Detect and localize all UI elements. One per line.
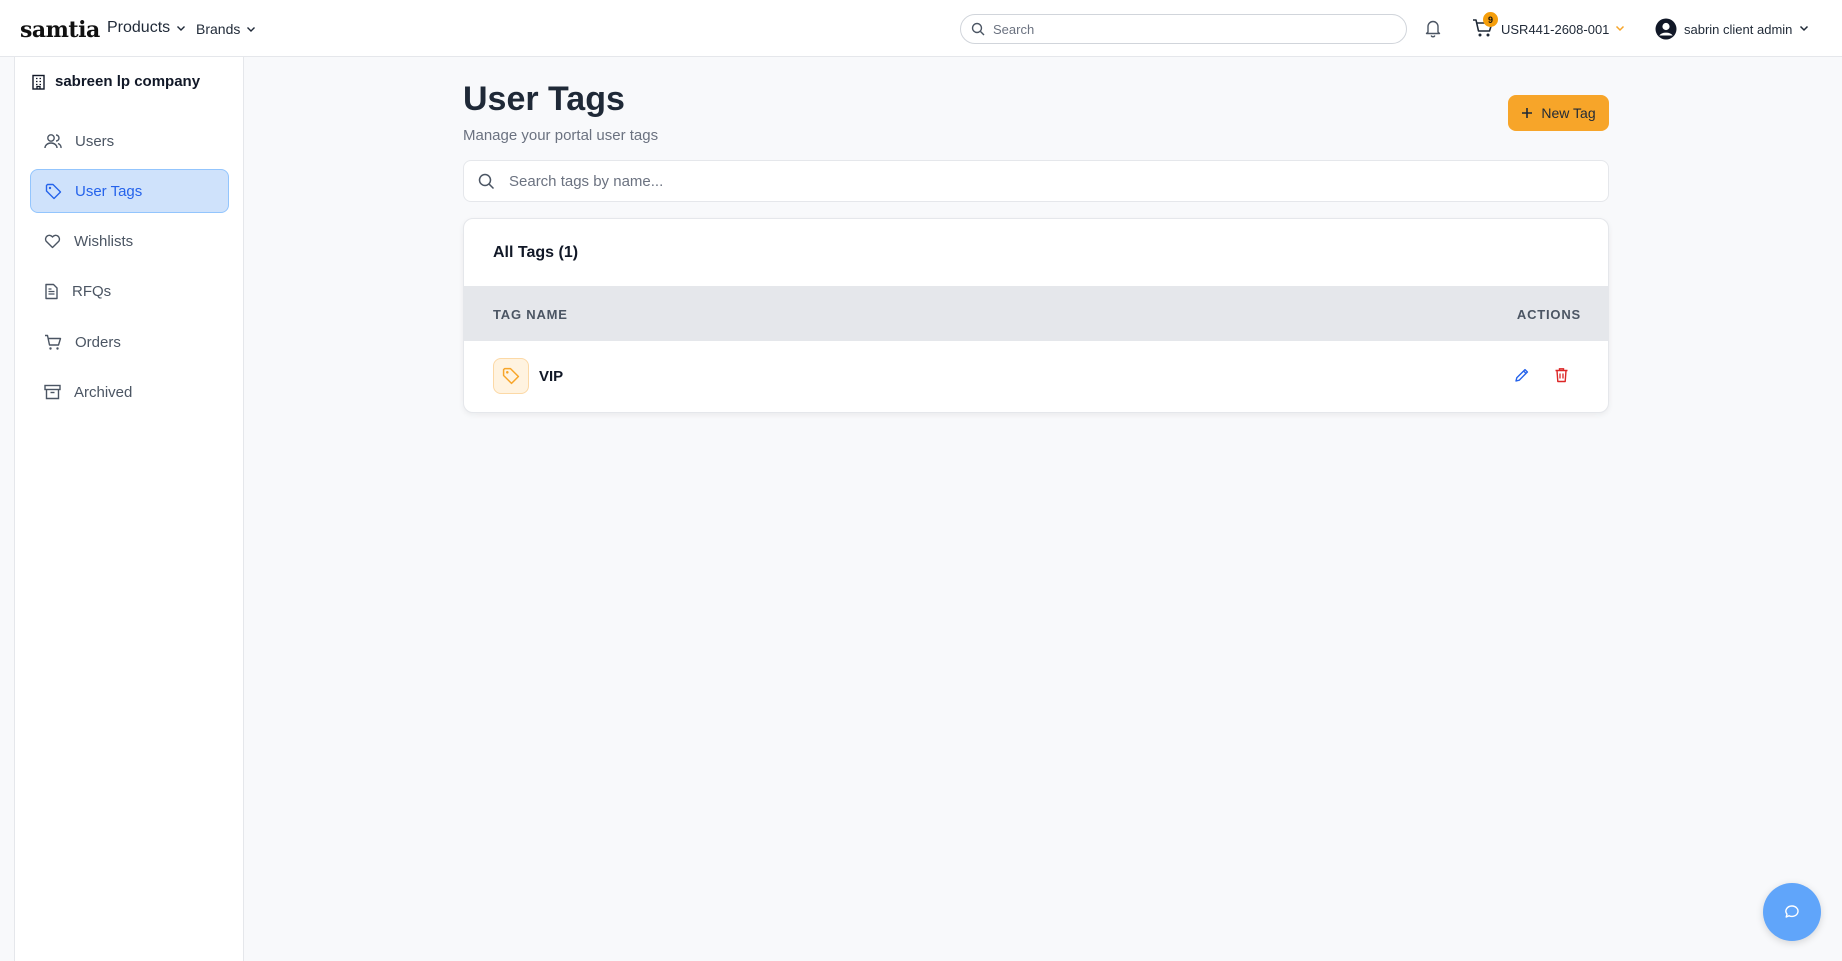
tags-card: All Tags (1) TAG NAME ACTIONS VIP <box>463 218 1609 413</box>
tag-search[interactable] <box>463 160 1609 202</box>
sidebar-item-label: Orders <box>75 333 121 351</box>
document-icon <box>45 283 58 299</box>
table-header: TAG NAME ACTIONS <box>464 286 1608 341</box>
edit-pencil-icon[interactable] <box>1514 367 1530 383</box>
column-header-actions: ACTIONS <box>1516 307 1581 322</box>
building-icon <box>32 74 45 90</box>
cart-icon <box>45 334 62 350</box>
chevron-down-icon <box>247 27 256 32</box>
bell-icon[interactable] <box>1424 18 1442 38</box>
new-tag-button-label: New Tag <box>1541 105 1596 121</box>
search-icon <box>478 173 495 189</box>
sidebar-item-wishlists[interactable]: Wishlists <box>30 219 229 263</box>
archive-icon <box>44 384 61 400</box>
brand-logo[interactable]: samtia <box>20 17 100 43</box>
global-search[interactable] <box>960 14 1407 44</box>
page-subtitle: Manage your portal user tags <box>463 127 659 144</box>
tag-search-input[interactable] <box>509 172 1589 190</box>
products-menu-label: Products <box>107 19 171 36</box>
chevron-down-icon[interactable] <box>1615 23 1625 33</box>
users-icon <box>44 134 62 149</box>
tag-icon <box>502 367 520 385</box>
chat-button[interactable] <box>1763 883 1821 941</box>
sidebar-item-orders[interactable]: Orders <box>30 320 229 364</box>
sidebar-item-label: Archived <box>74 383 133 401</box>
column-header-tag-name: TAG NAME <box>493 307 568 322</box>
card-title: All Tags (1) <box>493 244 579 261</box>
sidebar-item-label: Wishlists <box>74 232 134 250</box>
global-search-input[interactable] <box>993 21 1373 37</box>
sidebar-item-archived[interactable]: Archived <box>30 370 229 414</box>
company-header: sabreen lp company <box>31 73 200 90</box>
table-row: VIP <box>464 341 1608 412</box>
sidebar-item-label: User Tags <box>75 182 143 200</box>
sidebar-item-rfqs[interactable]: RFQs <box>30 269 229 313</box>
sidebar-item-label: RFQs <box>72 282 112 300</box>
products-menu[interactable]: Products <box>107 19 186 37</box>
top-navbar: samtia Products Brands 9 USR441-2608-001… <box>0 0 1842 57</box>
cart-count-badge: 9 <box>1483 12 1498 27</box>
company-name: sabreen lp company <box>55 73 201 90</box>
chat-bubble-icon <box>1785 905 1799 918</box>
sidebar: sabreen lp company Users User Tags Wishl… <box>14 57 244 961</box>
tag-badge <box>493 358 529 394</box>
sidebar-item-label: Users <box>75 132 115 150</box>
account-code[interactable]: USR441-2608-001 <box>1501 22 1609 37</box>
sidebar-item-users[interactable]: Users <box>30 119 229 163</box>
new-tag-button[interactable]: New Tag <box>1508 95 1609 131</box>
chevron-down-icon[interactable] <box>1799 23 1809 33</box>
chevron-down-icon <box>177 26 186 31</box>
trash-icon[interactable] <box>1554 367 1569 383</box>
user-avatar-icon[interactable] <box>1655 18 1677 40</box>
sidebar-item-user-tags[interactable]: User Tags <box>30 169 229 213</box>
brands-menu-label: Brands <box>196 21 241 37</box>
tag-name: VIP <box>539 368 564 385</box>
search-icon <box>971 22 985 36</box>
user-name[interactable]: sabrin client admin <box>1684 22 1792 37</box>
plus-icon <box>1522 108 1533 118</box>
page-title: User Tags <box>463 80 625 118</box>
brands-menu[interactable]: Brands <box>196 21 256 37</box>
heart-icon <box>44 234 61 249</box>
tag-icon <box>45 183 62 199</box>
